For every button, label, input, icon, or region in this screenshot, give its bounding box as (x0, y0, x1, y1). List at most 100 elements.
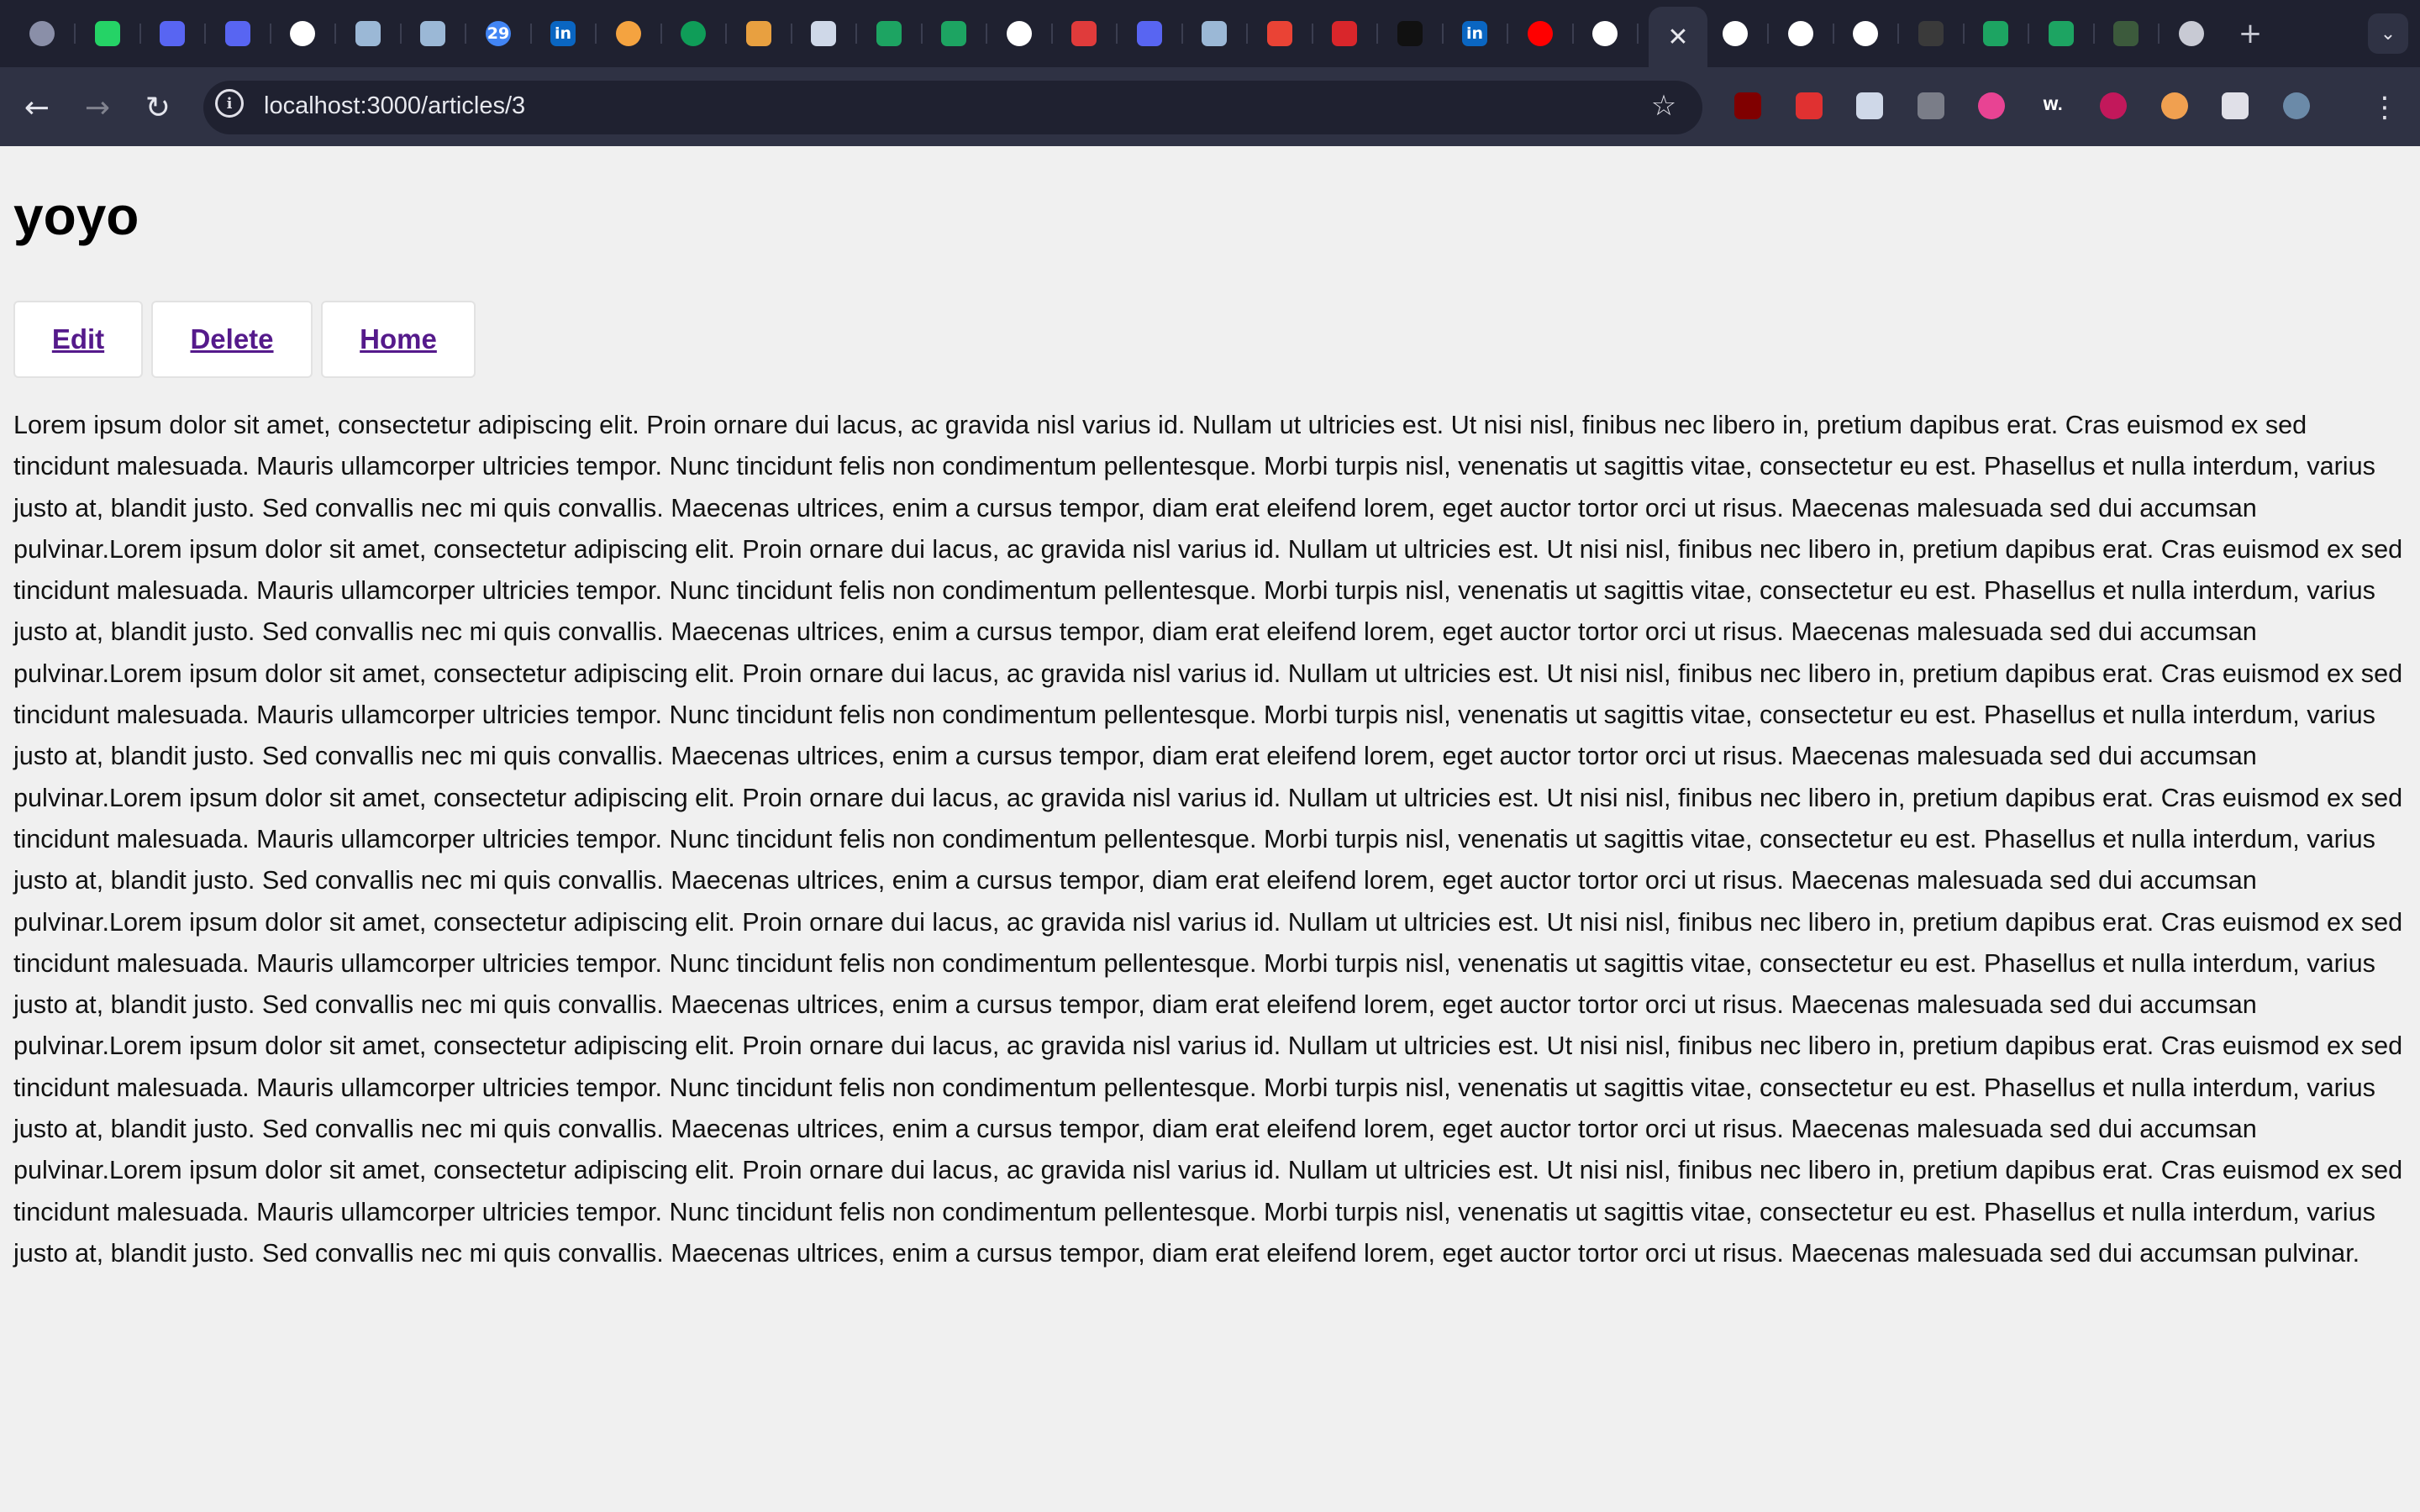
tab-separator (465, 24, 466, 44)
extension-button[interactable] (2160, 91, 2190, 121)
browser-tab[interactable] (612, 15, 645, 52)
browser-tab[interactable] (1067, 15, 1101, 52)
browser-tab[interactable] (416, 15, 450, 52)
browser-tab[interactable] (155, 15, 189, 52)
browser-tab[interactable] (2044, 15, 2078, 52)
tab-separator (139, 24, 141, 44)
browser-tab[interactable]: in (546, 15, 580, 52)
browser-tab[interactable]: in (1458, 15, 1491, 52)
github-icon (1723, 21, 1748, 46)
extension-button[interactable] (1916, 91, 1946, 121)
play-circle-icon (2100, 92, 2127, 119)
edit-button[interactable]: Edit (13, 301, 143, 378)
reload-button[interactable]: ↻ (138, 87, 178, 128)
browser-tab[interactable] (1523, 15, 1557, 52)
browser-tab[interactable] (937, 15, 971, 52)
browser-tab[interactable] (872, 15, 906, 52)
browser-tab[interactable] (1393, 15, 1427, 52)
openai-icon (290, 21, 315, 46)
browser-tab[interactable] (1784, 15, 1818, 52)
cursor-app-icon (2113, 21, 2139, 46)
browser-tab[interactable] (1002, 15, 1036, 52)
tab-separator (595, 24, 597, 44)
back-button[interactable]: ← (17, 87, 57, 128)
tab-separator (400, 24, 402, 44)
cube-icon (1202, 21, 1227, 46)
tab-separator (725, 24, 727, 44)
tab-separator (1897, 24, 1899, 44)
tab-separator (1116, 24, 1118, 44)
ts-logo-icon (1071, 21, 1097, 46)
browser-menu-icon[interactable]: ⋮ (2368, 87, 2402, 128)
browser-tab[interactable] (1588, 15, 1622, 52)
close-icon[interactable]: ✕ (1649, 7, 1707, 67)
extension-button[interactable] (1794, 91, 1824, 121)
delete-button[interactable]: Delete (151, 301, 313, 378)
tab-separator (334, 24, 336, 44)
browser-tab[interactable] (1197, 15, 1231, 52)
tab-separator (660, 24, 662, 44)
whatsapp-icon (95, 21, 120, 46)
browser-tab[interactable] (1914, 15, 1948, 52)
extension-button[interactable] (2098, 91, 2128, 121)
video-speed-icon (1796, 92, 1823, 119)
letter-m-icon (1397, 21, 1423, 46)
browser-tab[interactable] (25, 15, 59, 52)
w-logo-icon (1983, 21, 2008, 46)
youtube-icon (1528, 21, 1553, 46)
gmail-icon (1267, 21, 1292, 46)
browser-tab[interactable] (1979, 15, 2012, 52)
puzzle-icon (2222, 92, 2249, 119)
url-text[interactable]: localhost:3000/articles/3 (264, 89, 525, 123)
tab-separator (1312, 24, 1313, 44)
browser-tab[interactable] (676, 15, 710, 52)
browser-tab[interactable] (807, 15, 840, 52)
active-tab[interactable]: ✕ (1649, 7, 1707, 67)
bookmark-star-icon[interactable]: ☆ (1645, 87, 1682, 124)
browser-tab[interactable] (1328, 15, 1361, 52)
extension-button[interactable] (1733, 91, 1763, 121)
extension-button[interactable] (2220, 91, 2250, 121)
tab-separator (1181, 24, 1183, 44)
dragon-icon (1332, 21, 1357, 46)
browser-tab[interactable] (1133, 15, 1166, 52)
chrome-icon (2179, 21, 2204, 46)
browser-tab[interactable] (742, 15, 776, 52)
browser-tab[interactable] (221, 15, 255, 52)
extension-button[interactable]: W. (2038, 91, 2068, 121)
tab-separator (986, 24, 987, 44)
tab-separator (1246, 24, 1248, 44)
article-title: yoyo (13, 186, 139, 246)
browser-tab[interactable] (1263, 15, 1297, 52)
openai-icon (1853, 21, 1878, 46)
browser-tab[interactable] (351, 15, 385, 52)
browser-tab[interactable] (2109, 15, 2143, 52)
tab-search-button[interactable]: ⌄ (2368, 13, 2408, 54)
extension-button[interactable] (1976, 91, 2007, 121)
tab-separator (1767, 24, 1769, 44)
browser-tab[interactable] (1849, 15, 1882, 52)
extension-button[interactable] (1854, 91, 1885, 121)
new-tab-button[interactable]: + (2232, 15, 2269, 52)
tab-separator (74, 24, 76, 44)
home-button[interactable]: Home (321, 301, 476, 378)
w-logo-icon (2049, 21, 2074, 46)
site-info-icon[interactable]: i (215, 89, 244, 118)
tab-separator (791, 24, 792, 44)
pen-nib-icon (225, 21, 250, 46)
browser-tab[interactable] (91, 15, 124, 52)
tab-separator (530, 24, 532, 44)
tab-separator (1833, 24, 1834, 44)
linkedin-icon: in (550, 21, 576, 46)
capsule-icon (2161, 92, 2188, 119)
browser-tab[interactable] (2175, 15, 2208, 52)
tab-separator (2158, 24, 2160, 44)
tab-separator (2093, 24, 2095, 44)
color-wheel-icon (1978, 92, 2005, 119)
forward-button[interactable]: → (77, 87, 118, 128)
browser-tab[interactable]: 29 (481, 15, 515, 52)
w-logo-icon (876, 21, 902, 46)
extension-button[interactable] (2281, 91, 2312, 121)
browser-tab[interactable] (286, 15, 319, 52)
browser-tab[interactable] (1718, 15, 1752, 52)
